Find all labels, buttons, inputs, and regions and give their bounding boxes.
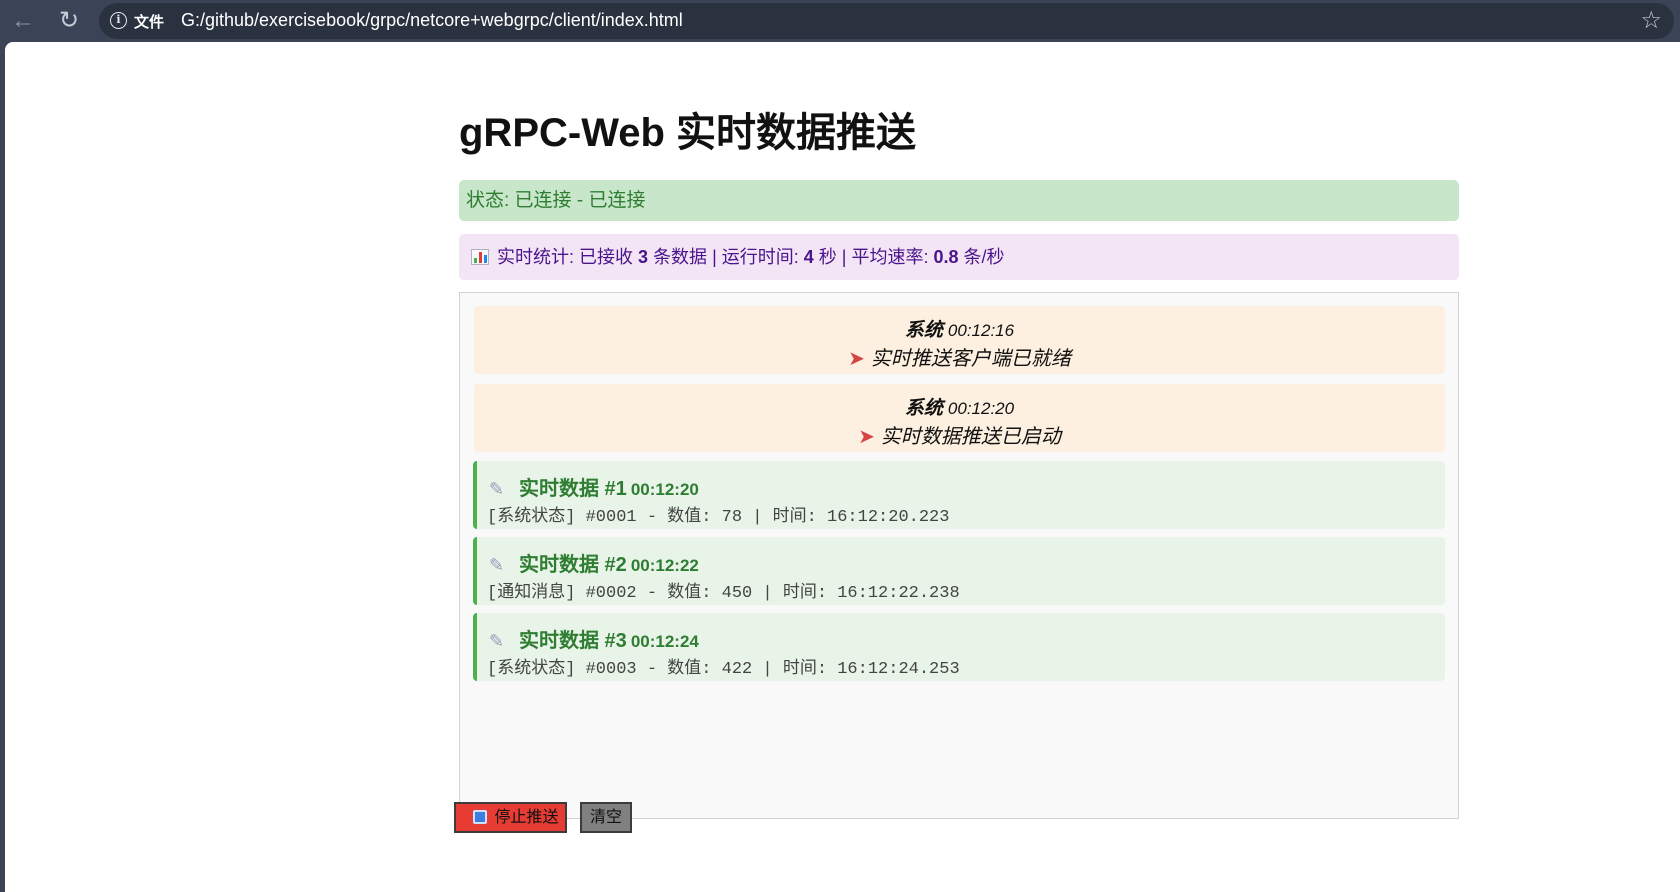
system-message: 系统 00:12:16 ➤ 实时推送客户端已就绪	[474, 306, 1445, 374]
message-list[interactable]: 系统 00:12:16 ➤ 实时推送客户端已就绪 系统 00:12:20 ➤ 实时数…	[459, 292, 1459, 819]
info-icon[interactable]: i	[110, 12, 127, 29]
satellite-icon: ✎	[489, 479, 505, 499]
data-message-title: 实时数据 #3	[519, 630, 627, 652]
data-message: ✎ 实时数据 #3 00:12:24 [系统状态] #0003 - 数值: 422 …	[473, 613, 1445, 681]
star-icon[interactable]: ☆	[1640, 7, 1662, 35]
data-message-title: 实时数据 #2	[519, 554, 627, 576]
page-title: gRPC-Web 实时数据推送	[459, 111, 917, 155]
connection-status: 状态: 已连接 - 已连接	[459, 180, 1459, 221]
page-viewport: gRPC-Web 实时数据推送 状态: 已连接 - 已连接 实时统计: 已接收 …	[5, 42, 1680, 892]
message-time: 00:12:20	[947, 399, 1015, 418]
stop-push-button[interactable]: 停止推送	[454, 802, 567, 833]
url-text[interactable]: G:/github/exercisebook/grpc/netcore+webg…	[181, 10, 683, 31]
browser-toolbar: ← ↻ i 文件 G:/github/exercisebook/grpc/net…	[0, 0, 1680, 42]
stats-label: 实时统计: 已接收	[497, 247, 634, 267]
stats-runtime: 4	[803, 247, 814, 267]
data-message-content: [系统状态] #0003 - 数值: 422 | 时间: 16:12:24.25…	[487, 660, 960, 679]
message-sender: 系统	[904, 398, 943, 419]
satellite-icon: ✎	[489, 555, 505, 575]
data-message-time: 00:12:22	[630, 556, 699, 575]
stats-runtime-unit: 秒 | 平均速率:	[818, 247, 929, 267]
realtime-stats: 实时统计: 已接收 3 条数据 | 运行时间: 4 秒 | 平均速率: 0.8 …	[459, 234, 1459, 280]
message-time: 00:12:16	[947, 321, 1015, 340]
address-bar[interactable]: i 文件 G:/github/exercisebook/grpc/netcore…	[99, 3, 1674, 39]
stop-push-label: 停止推送	[494, 809, 559, 826]
data-message-content: [通知消息] #0002 - 数值: 450 | 时间: 16:12:22.23…	[487, 584, 960, 603]
message-text: 实时数据推送已启动	[880, 426, 1061, 448]
stats-received-unit: 条数据 | 运行时间:	[653, 247, 799, 267]
data-message: ✎ 实时数据 #1 00:12:20 [系统状态] #0001 - 数值: 78 |…	[473, 461, 1445, 529]
data-message-time: 00:12:20	[630, 480, 699, 499]
rocket-icon: ➤	[848, 348, 865, 370]
clear-button[interactable]: 清空	[580, 802, 632, 833]
system-message: 系统 00:12:20 ➤ 实时数据推送已启动	[474, 384, 1445, 452]
bar-chart-icon	[471, 249, 489, 265]
data-message-title: 实时数据 #1	[519, 478, 627, 500]
back-arrow-icon[interactable]: ←	[6, 4, 40, 38]
stats-rate-unit: 条/秒	[963, 247, 1005, 267]
data-message-time: 00:12:24	[630, 632, 699, 651]
message-sender: 系统	[904, 320, 943, 341]
stats-rate: 0.8	[933, 247, 959, 267]
message-text: 实时推送客户端已就绪	[870, 348, 1071, 370]
file-scheme-label: 文件	[134, 14, 165, 31]
stop-square-icon	[473, 810, 488, 824]
rocket-icon: ➤	[858, 426, 875, 448]
data-message: ✎ 实时数据 #2 00:12:22 [通知消息] #0002 - 数值: 450 …	[473, 537, 1445, 605]
reload-icon[interactable]: ↻	[52, 4, 86, 38]
satellite-icon: ✎	[489, 631, 505, 651]
data-message-content: [系统状态] #0001 - 数值: 78 | 时间: 16:12:20.223	[487, 508, 950, 527]
stats-received-count: 3	[638, 247, 649, 267]
